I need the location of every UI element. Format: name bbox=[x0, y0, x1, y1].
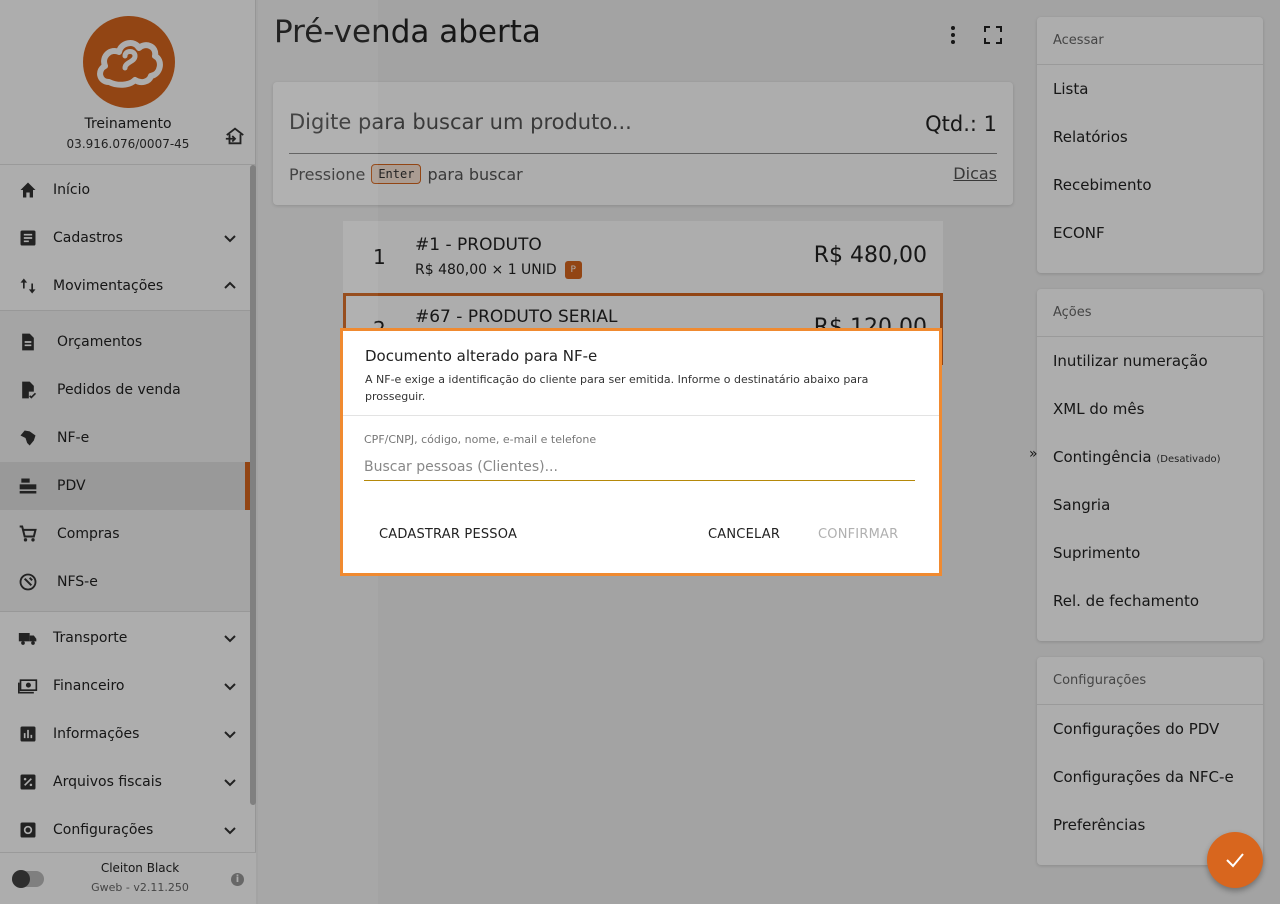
dialog-title: Documento alterado para NF-e bbox=[365, 347, 598, 365]
dialog-message: A NF-e exige a identificação do cliente … bbox=[365, 373, 869, 403]
confirm-button[interactable]: CONFIRMAR bbox=[818, 527, 898, 542]
register-person-button[interactable]: CADASTRAR PESSOA bbox=[379, 527, 517, 542]
customer-search-input[interactable] bbox=[364, 453, 915, 481]
customer-required-dialog: Documento alterado para NF-e A NF-e exig… bbox=[340, 328, 942, 576]
finish-sale-button[interactable] bbox=[1207, 832, 1263, 888]
check-icon bbox=[1226, 853, 1244, 868]
dialog-divider bbox=[343, 415, 939, 416]
cancel-button[interactable]: CANCELAR bbox=[708, 527, 780, 542]
customer-field-label: CPF/CNPJ, código, nome, e-mail e telefon… bbox=[364, 433, 597, 446]
